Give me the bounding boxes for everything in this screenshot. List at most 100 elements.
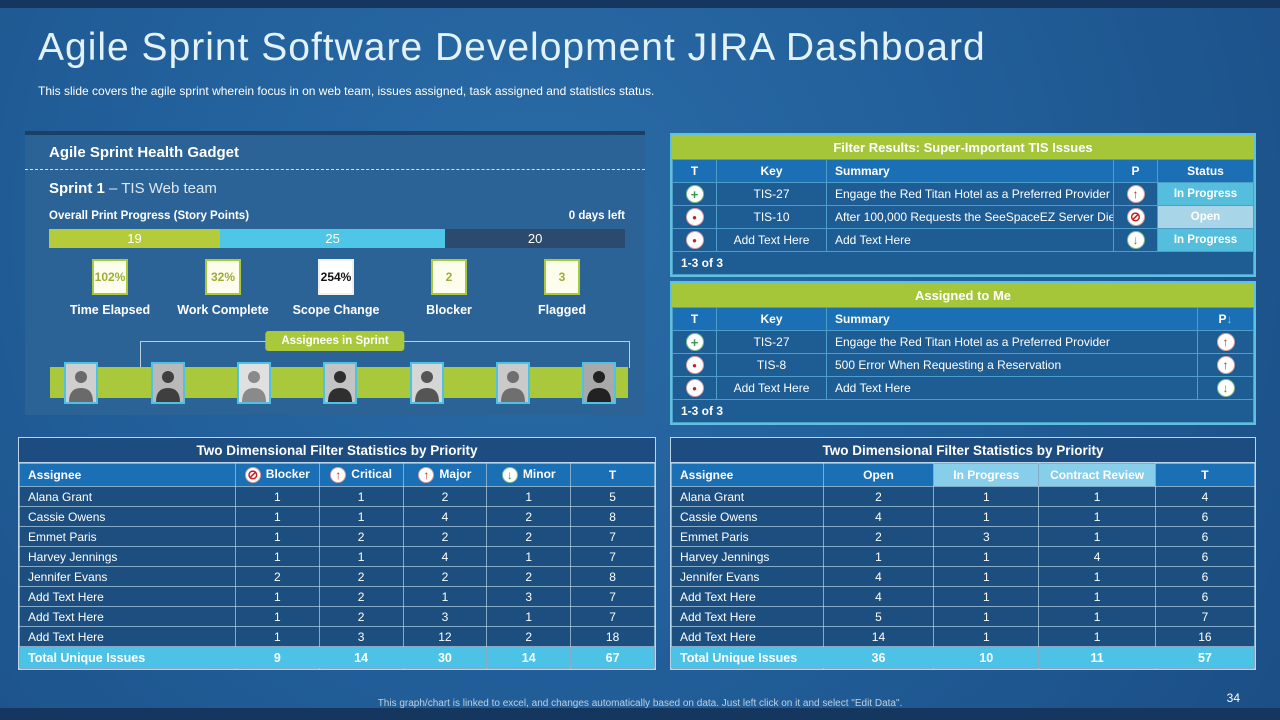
column-header: In Progress [934, 464, 1039, 487]
assignee-avatar[interactable] [582, 362, 616, 404]
issue-row: ●TIS-8500 Error When Requesting a Reserv… [673, 354, 1254, 377]
issue-row: +TIS-27Engage the Red Titan Hotel as a P… [673, 183, 1254, 206]
issue-key-cell[interactable]: Add Text Here [717, 377, 827, 400]
issue-summary-cell: Engage the Red Titan Hotel as a Preferre… [827, 331, 1198, 354]
pagination-label: 1-3 of 3 [673, 252, 1254, 275]
count-cell: 14 [823, 627, 934, 647]
total-label: Total Unique Issues [20, 647, 236, 669]
issue-key-cell[interactable]: TIS-10 [717, 206, 827, 229]
issue-type-cell: ● [673, 229, 717, 252]
count-cell: 2 [823, 487, 934, 507]
issue-priority-cell: ↓ [1114, 229, 1158, 252]
assignee-avatar[interactable] [151, 362, 185, 404]
issue-key-cell[interactable]: TIS-8 [717, 354, 827, 377]
assignee-avatar[interactable] [410, 362, 444, 404]
sort-descending-icon[interactable]: ↓ [1227, 312, 1233, 326]
assignee-cell: Jennifer Evans [672, 567, 824, 587]
filter-results-title: Filter Results: Super-Important TIS Issu… [672, 135, 1254, 159]
assignee-cell: Add Text Here [672, 587, 824, 607]
issue-key-cell[interactable]: TIS-27 [717, 331, 827, 354]
stats-header-row: Assignee⊘Blocker↑Critical↑Major↓MinorT [20, 464, 655, 487]
assignee-cell: Add Text Here [20, 587, 236, 607]
count-cell: 1 [403, 587, 487, 607]
assignee-cell: Add Text Here [20, 627, 236, 647]
total-count-cell: 57 [1155, 647, 1254, 669]
status-stats-title: Two Dimensional Filter Statistics by Pri… [671, 438, 1255, 463]
priority-up-icon: ↑ [330, 467, 346, 483]
count-cell: 1 [235, 587, 319, 607]
sprint-stat: 32%Work Complete [168, 259, 278, 317]
count-cell: 2 [403, 527, 487, 547]
bug-dot-icon: ● [686, 379, 704, 397]
status-badge[interactable]: In Progress [1158, 183, 1254, 206]
assignee-avatar[interactable] [64, 362, 98, 404]
count-cell: 1 [487, 607, 571, 627]
stats-row: Alana Grant11215 [20, 487, 655, 507]
count-cell: 1 [1039, 587, 1156, 607]
count-cell: 3 [403, 607, 487, 627]
count-cell: 1 [1039, 507, 1156, 527]
count-cell: 1 [235, 527, 319, 547]
total-count-cell: 14 [487, 647, 571, 669]
column-header: ↑Major [403, 464, 487, 487]
count-cell: 4 [823, 507, 934, 527]
total-count-cell: 36 [823, 647, 934, 669]
count-cell: 18 [571, 627, 655, 647]
status-badge[interactable]: In Progress [1158, 229, 1254, 252]
assignee-avatar[interactable] [323, 362, 357, 404]
column-header: Assignee [672, 464, 824, 487]
total-label: Total Unique Issues [672, 647, 824, 669]
pagination-row: 1-3 of 3 [673, 400, 1254, 423]
issue-row: ●TIS-10After 100,000 Requests the SeeSpa… [673, 206, 1254, 229]
count-cell: 1 [235, 607, 319, 627]
count-cell: 7 [571, 547, 655, 567]
stats-row: Add Text Here5117 [672, 607, 1255, 627]
bottom-accent-bar [0, 708, 1280, 720]
status-stats-table: AssigneeOpenIn ProgressContract ReviewTA… [671, 463, 1255, 669]
stats-header-row: AssigneeOpenIn ProgressContract ReviewT [672, 464, 1255, 487]
priority-stats-table: Assignee⊘Blocker↑Critical↑Major↓MinorTAl… [19, 463, 655, 669]
assignee-cell: Add Text Here [672, 607, 824, 627]
count-cell: 1 [235, 547, 319, 567]
total-count-cell: 67 [571, 647, 655, 669]
count-cell: 1 [319, 547, 403, 567]
stats-row: Add Text Here141116 [672, 627, 1255, 647]
sprint-stat: 3Flagged [507, 259, 617, 317]
count-cell: 3 [319, 627, 403, 647]
stats-row: Add Text Here12137 [20, 587, 655, 607]
filter-results-table: TKeySummaryPStatus+TIS-27Engage the Red … [672, 159, 1254, 275]
status-badge[interactable]: Open [1158, 206, 1254, 229]
total-count-cell: 11 [1039, 647, 1156, 669]
blocker-icon: ⊘ [1127, 208, 1145, 226]
stats-row: Cassie Owens11428 [20, 507, 655, 527]
count-cell: 1 [487, 487, 571, 507]
stats-row: Add Text Here1312218 [20, 627, 655, 647]
assignee-cell: Cassie Owens [672, 507, 824, 527]
priority-down-icon: ↓ [502, 467, 518, 483]
bug-dot-icon: ● [686, 208, 704, 226]
progress-segment: 19 [49, 229, 220, 248]
stat-value-box: 254% [318, 259, 354, 295]
sprint-stat: 254%Scope Change [281, 259, 391, 317]
count-cell: 6 [1155, 527, 1254, 547]
column-header: P [1114, 160, 1158, 183]
count-cell: 8 [571, 567, 655, 587]
issue-key-cell[interactable]: TIS-27 [717, 183, 827, 206]
count-cell: 8 [571, 507, 655, 527]
count-cell: 1 [319, 507, 403, 527]
count-cell: 2 [319, 607, 403, 627]
page-title: Agile Sprint Software Development JIRA D… [38, 26, 986, 70]
assignee-avatar[interactable] [496, 362, 530, 404]
count-cell: 1 [823, 547, 934, 567]
assignee-avatar[interactable] [237, 362, 271, 404]
count-cell: 1 [1039, 487, 1156, 507]
issue-summary-cell: 500 Error When Requesting a Reservation [827, 354, 1198, 377]
column-header: Key [717, 308, 827, 331]
priority-down-icon: ↓ [1217, 379, 1235, 397]
stat-value-box: 2 [431, 259, 467, 295]
sprint-stat: 2Blocker [394, 259, 504, 317]
count-cell: 6 [1155, 567, 1254, 587]
count-cell: 2 [403, 487, 487, 507]
pagination-label: 1-3 of 3 [673, 400, 1254, 423]
issue-key-cell[interactable]: Add Text Here [717, 229, 827, 252]
